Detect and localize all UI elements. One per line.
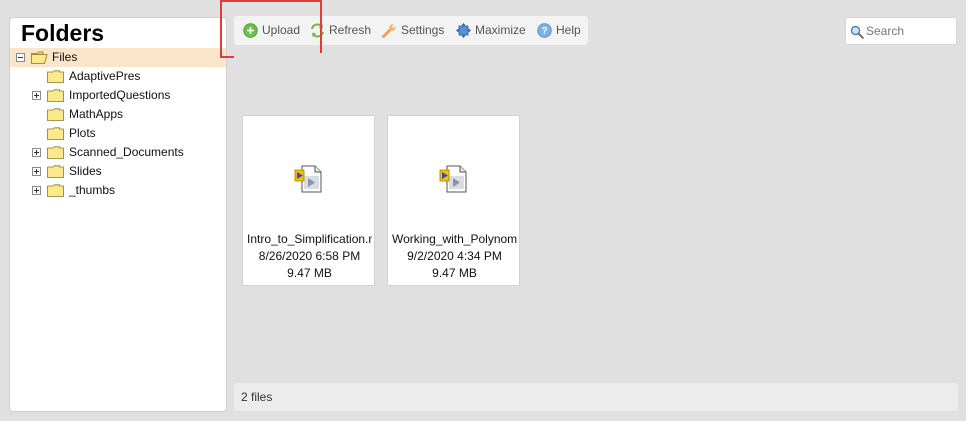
search-box[interactable] [845, 17, 957, 45]
folder-icon [47, 146, 64, 159]
expand-toggle[interactable] [32, 91, 41, 100]
refresh-label: Refresh [329, 23, 372, 37]
open-folder-icon [31, 51, 48, 64]
expand-toggle[interactable] [32, 148, 41, 157]
upload-highlight-box [220, 0, 322, 58]
folders-title: Folders [21, 20, 105, 46]
svg-text:?: ? [541, 26, 547, 37]
folder-icon [47, 184, 64, 197]
settings-label: Settings [401, 23, 445, 37]
expand-toggle[interactable] [32, 167, 41, 176]
tree-item-plots[interactable]: Plots [10, 124, 226, 143]
expand-toggle[interactable] [32, 186, 41, 195]
search-input[interactable] [866, 22, 952, 40]
status-bar: 2 files [234, 383, 958, 411]
collapse-toggle[interactable] [16, 53, 25, 62]
tree-item-scanned-documents[interactable]: Scanned_Documents [10, 143, 226, 162]
tree-item-label: AdaptivePres [69, 69, 141, 83]
folders-panel: Folders Files AdaptivePres ImportedQuest… [9, 17, 227, 412]
file-tile[interactable]: Working_with_Polynomials.mov 9/2/2020 4:… [387, 115, 520, 286]
tree-item-thumbs[interactable]: _thumbs [10, 181, 226, 200]
tree-item-mathapps[interactable]: MathApps [10, 105, 226, 124]
file-count: 2 files [241, 390, 273, 404]
folder-icon [47, 89, 64, 102]
file-size: 9.47 MB [432, 266, 477, 280]
wrench-icon [382, 24, 396, 38]
tree-item-label: Slides [69, 164, 102, 178]
folder-icon [47, 108, 64, 121]
folder-icon [47, 127, 64, 140]
help-label: Help [556, 23, 581, 37]
tree-item-label: ImportedQuestions [69, 88, 171, 102]
help-icon: ? [537, 23, 552, 38]
tree-item-label: Scanned_Documents [69, 145, 184, 159]
tree-item-label: _thumbs [69, 183, 116, 197]
folder-icon [47, 70, 64, 83]
tree-item-files[interactable]: Files [10, 48, 226, 67]
folder-icon [47, 165, 64, 178]
tree-item-adaptivepres[interactable]: AdaptivePres [10, 67, 226, 86]
tree-item-slides[interactable]: Slides [10, 162, 226, 181]
folder-tree: Files AdaptivePres ImportedQuestions Mat… [10, 48, 226, 200]
file-grid: Intro_to_Simplification.mov 8/26/2020 6:… [234, 53, 958, 375]
file-name: Working_with_Polynomials.mov [392, 232, 517, 246]
video-file-icon [294, 165, 322, 193]
tree-item-label: Plots [69, 126, 96, 140]
search-icon [850, 25, 864, 39]
file-date: 8/26/2020 6:58 PM [258, 249, 361, 263]
file-tile[interactable]: Intro_to_Simplification.mov 8/26/2020 6:… [242, 115, 375, 286]
file-date: 9/2/2020 4:34 PM [407, 249, 502, 263]
tree-item-importedquestions[interactable]: ImportedQuestions [10, 86, 226, 105]
file-size: 9.47 MB [287, 266, 332, 280]
maximize-label: Maximize [475, 23, 526, 37]
file-name: Intro_to_Simplification.mov [247, 232, 372, 246]
tree-item-label: Files [52, 50, 78, 64]
video-file-icon [439, 165, 467, 193]
maximize-icon [456, 23, 471, 38]
tree-item-label: MathApps [69, 107, 124, 121]
